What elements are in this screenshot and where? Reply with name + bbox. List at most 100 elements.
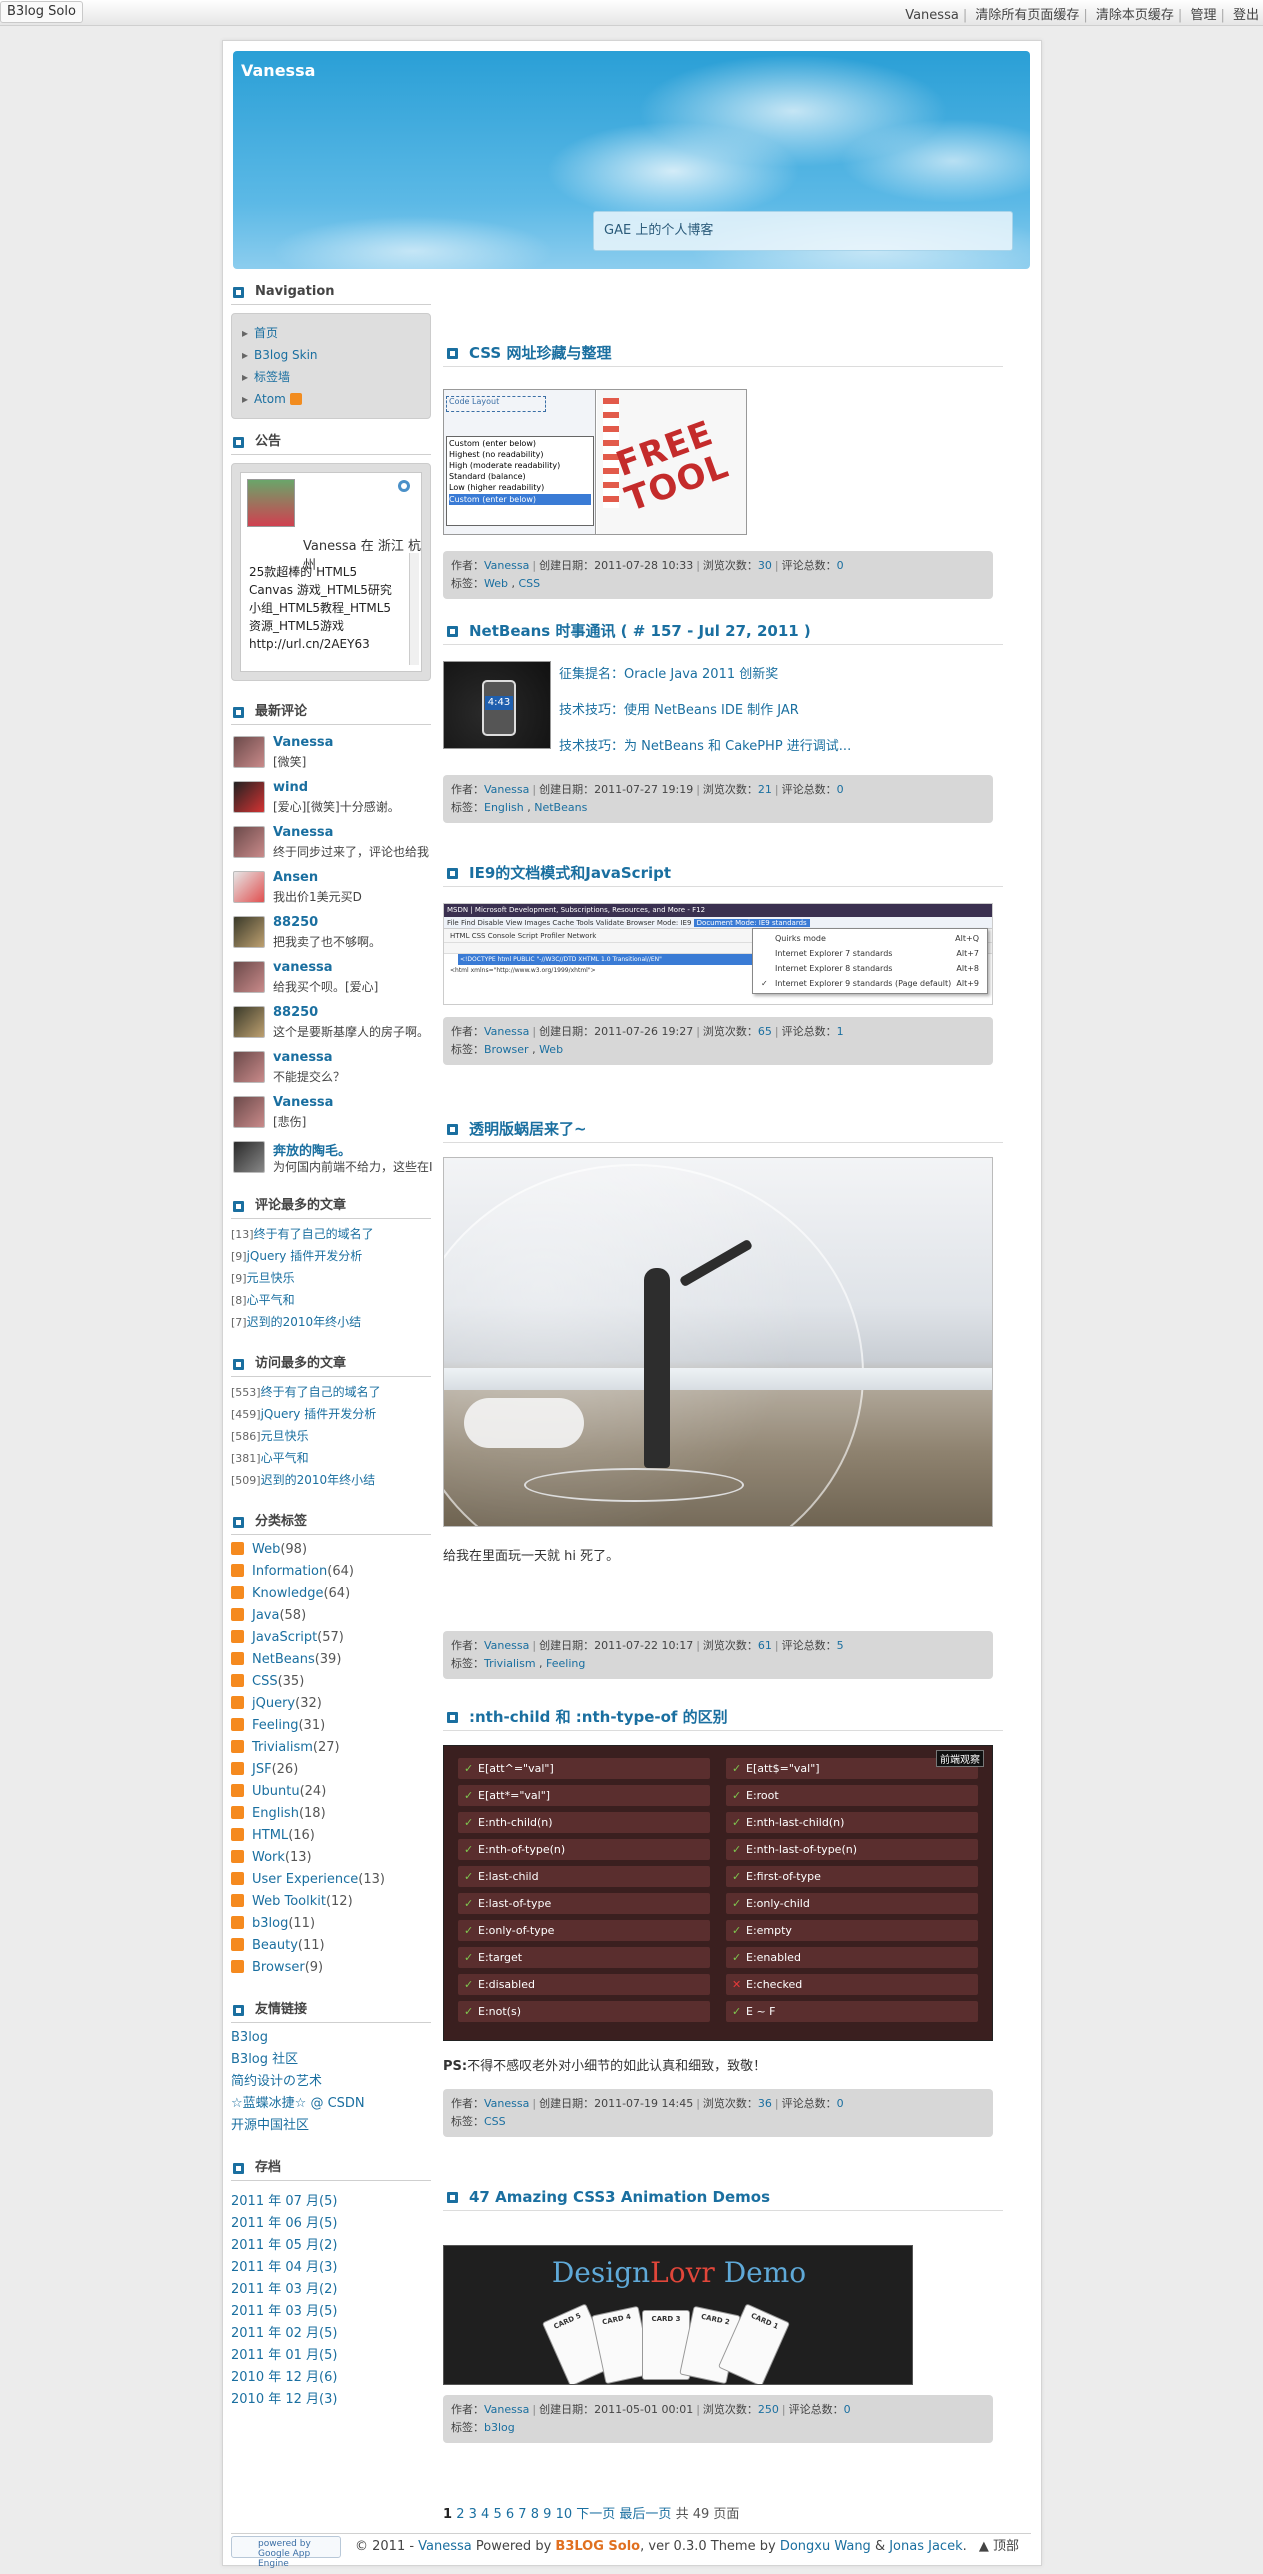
archive-link[interactable]: 2011 年 07 月(5) — [231, 2194, 337, 2209]
comment-item[interactable]: Ansen 我出价1美元买D — [231, 866, 431, 911]
archive-item[interactable]: 2011 年 06 月(5) — [231, 2213, 431, 2235]
tag-link[interactable]: Feeling — [252, 1718, 298, 1733]
ranked-article-link[interactable]: 心平气和 — [261, 1451, 309, 1465]
tag-item[interactable]: User Experience(13) — [231, 1869, 431, 1891]
ranked-article-link[interactable]: 元旦快乐 — [247, 1271, 295, 1285]
nav-item-tag-wall[interactable]: 标签墙 — [242, 366, 420, 388]
tag-link[interactable]: NetBeans — [252, 1652, 315, 1667]
comment-item[interactable]: vanessa 给我买个呗。[爱心] — [231, 956, 431, 1001]
nav-item-skin[interactable]: B3log Skin — [242, 344, 420, 366]
rss-feed-icon[interactable] — [231, 1608, 244, 1621]
commenter-name[interactable]: 奔放的陶毛。 — [273, 1140, 351, 1159]
article-image[interactable]: DesignLovr Demo CARD 5 CARD 4 CARD 3 CARD 2… — [443, 2245, 913, 2385]
rss-feed-icon[interactable] — [231, 1542, 244, 1555]
tag-link[interactable]: Web — [252, 1542, 280, 1557]
rss-feed-icon[interactable] — [231, 1762, 244, 1775]
tag-link[interactable]: English — [484, 801, 524, 814]
article-image[interactable]: 4:43 — [443, 661, 551, 749]
tag-link[interactable]: b3log — [252, 1916, 288, 1931]
ranked-article-link[interactable]: 心平气和 — [247, 1293, 295, 1307]
article-title[interactable]: 透明版蜗居来了~ — [443, 1117, 1003, 1143]
comment-item[interactable]: Vanessa [悲伤] — [231, 1091, 431, 1136]
rss-feed-icon[interactable] — [231, 1586, 244, 1599]
commenter-name[interactable]: 88250 — [273, 1005, 318, 1020]
ranked-article-item[interactable]: [586]元旦快乐 — [231, 1425, 431, 1447]
friend-link[interactable]: 开源中国社区 — [231, 2118, 309, 2133]
page-link[interactable]: 3 — [469, 2507, 477, 2522]
page-link[interactable]: 10 — [556, 2507, 573, 2522]
nav-item-home[interactable]: 首页 — [242, 322, 420, 344]
archive-item[interactable]: 2011 年 02 月(5) — [231, 2323, 431, 2345]
footer-owner-link[interactable]: Vanessa — [418, 2539, 472, 2554]
article-title[interactable]: NetBeans 时事通讯 ( # 157 - Jul 27, 2011 ) — [443, 619, 1003, 645]
tag-link[interactable]: Web — [539, 1043, 563, 1056]
tag-item[interactable]: Knowledge(64) — [231, 1583, 431, 1605]
document-mode-option[interactable]: Internet Explorer 7 standards Alt+7 — [775, 946, 983, 961]
rss-feed-icon[interactable] — [231, 1872, 244, 1885]
site-title[interactable]: Vanessa — [241, 61, 315, 80]
friend-link[interactable]: ☆蓝蝶冰捷☆ @ CSDN — [231, 2096, 365, 2111]
comment-text[interactable]: [悲伤] — [273, 1113, 433, 1130]
tag-link[interactable]: Feeling — [546, 1657, 585, 1670]
tag-link[interactable]: Browser — [484, 1043, 529, 1056]
ranked-article-link[interactable]: 迟到的2010年终小结 — [247, 1315, 362, 1329]
theme-author-link[interactable]: Dongxu Wang — [780, 2539, 871, 2554]
rss-feed-icon[interactable] — [231, 1938, 244, 1951]
tag-item[interactable]: HTML(16) — [231, 1825, 431, 1847]
ranked-article-link[interactable]: 迟到的2010年终小结 — [261, 1473, 376, 1487]
ranked-article-link[interactable]: 元旦快乐 — [261, 1429, 309, 1443]
tag-item[interactable]: Information(64) — [231, 1561, 431, 1583]
commenter-name[interactable]: wind — [273, 780, 308, 795]
ranked-article-link[interactable]: 终于有了自己的域名了 — [254, 1227, 374, 1241]
tag-link[interactable]: Java — [252, 1608, 279, 1623]
tag-link[interactable]: Beauty — [252, 1938, 298, 1953]
tag-link[interactable]: b3log — [484, 2421, 515, 2434]
tag-item[interactable]: Browser(9) — [231, 1957, 431, 1979]
logout-link[interactable]: 登出 — [1233, 8, 1259, 23]
tag-item[interactable]: Work(13) — [231, 1847, 431, 1869]
selector-grid-image[interactable]: 前端观察 ✓ E[att^="val"] ✓ E[att$="val"] ✓ E[att*… — [443, 1745, 993, 2041]
archive-item[interactable]: 2011 年 03 月(5) — [231, 2301, 431, 2323]
tag-link[interactable]: Ubuntu — [252, 1784, 300, 1799]
archive-item[interactable]: 2011 年 05 月(2) — [231, 2235, 431, 2257]
tag-item[interactable]: JSF(26) — [231, 1759, 431, 1781]
clear-all-cache-link[interactable]: 清除所有页面缓存 — [975, 8, 1079, 23]
archive-item[interactable]: 2010 年 12 月(3) — [231, 2389, 431, 2411]
page-link[interactable]: 6 — [506, 2507, 514, 2522]
archive-item[interactable]: 2010 年 12 月(6) — [231, 2367, 431, 2389]
tag-link[interactable]: CSS — [252, 1674, 278, 1689]
tag-item[interactable]: NetBeans(39) — [231, 1649, 431, 1671]
theme-author-link[interactable]: Jonas Jacek — [889, 2539, 962, 2554]
article-title[interactable]: IE9的文档模式和JavaScript — [443, 861, 1003, 887]
ranked-article-item[interactable]: [13]终于有了自己的域名了 — [231, 1223, 431, 1245]
commenter-avatar[interactable] — [233, 961, 265, 993]
commenter-name[interactable]: vanessa — [273, 960, 333, 975]
tag-link[interactable]: Information — [252, 1564, 327, 1579]
archive-link[interactable]: 2011 年 06 月(5) — [231, 2216, 337, 2231]
comment-item[interactable]: 88250 这个是要斯基摩人的房子啊。 — [231, 1001, 431, 1046]
rss-feed-icon[interactable] — [231, 1630, 244, 1643]
tag-item[interactable]: b3log(11) — [231, 1913, 431, 1935]
commenter-avatar[interactable] — [233, 1141, 265, 1173]
tag-link[interactable]: Work — [252, 1850, 285, 1865]
comment-item[interactable]: Vanessa [微笑] — [231, 731, 431, 776]
commenter-avatar[interactable] — [233, 871, 265, 903]
author-link[interactable]: Vanessa — [484, 2403, 529, 2416]
tag-link[interactable]: User Experience — [252, 1872, 358, 1887]
commenter-avatar[interactable] — [233, 1051, 265, 1083]
commenter-avatar[interactable] — [233, 1096, 265, 1128]
ranked-article-link[interactable]: jQuery 插件开发分析 — [247, 1249, 363, 1263]
rss-feed-icon[interactable] — [231, 1718, 244, 1731]
author-link[interactable]: Vanessa — [484, 783, 529, 796]
archive-link[interactable]: 2010 年 12 月(6) — [231, 2370, 337, 2385]
friend-link[interactable]: 简约设计の艺术 — [231, 2074, 322, 2089]
rss-feed-icon[interactable] — [231, 1740, 244, 1753]
commenter-name[interactable]: 88250 — [273, 915, 318, 930]
notice-scrollbar[interactable] — [409, 553, 419, 665]
tag-item[interactable]: Web(98) — [231, 1539, 431, 1561]
comment-item[interactable]: Vanessa 终于同步过来了，评论也给我 — [231, 821, 431, 866]
author-link[interactable]: Vanessa — [484, 1639, 529, 1652]
comment-item[interactable]: 奔放的陶毛。 为何国内前端不给力，这些在I — [231, 1136, 433, 1181]
weibo-icon[interactable] — [397, 479, 411, 493]
tag-item[interactable]: Beauty(11) — [231, 1935, 431, 1957]
